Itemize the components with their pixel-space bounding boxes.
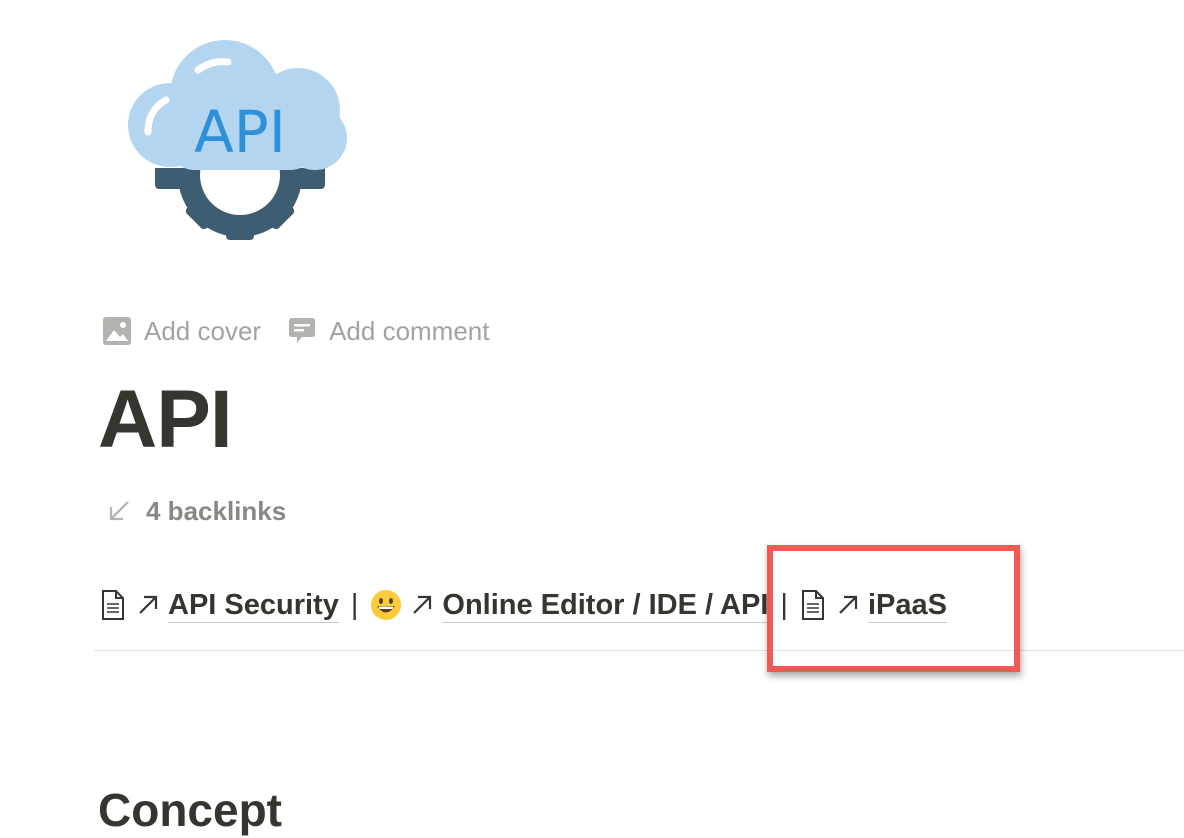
mention-online-editor[interactable]: Online Editor / IDE / API xyxy=(370,588,769,623)
mention-title: Online Editor / IDE / API xyxy=(442,588,769,623)
mention-ipaas[interactable]: iPaaS xyxy=(800,588,947,623)
arrow-up-right-icon xyxy=(139,595,158,614)
add-comment-label: Add comment xyxy=(329,315,490,346)
section-heading[interactable]: Concept xyxy=(98,782,282,838)
page-title[interactable]: API xyxy=(98,370,233,470)
mention-api-security[interactable]: API Security xyxy=(100,588,339,623)
backlinks-label: 4 backlinks xyxy=(146,495,287,526)
backlinks-button[interactable]: 4 backlinks xyxy=(106,492,286,530)
separator: | xyxy=(780,588,788,621)
arrow-up-right-icon xyxy=(413,595,432,614)
page-controls: Add cover Add comment xyxy=(102,312,489,350)
mention-title: iPaaS xyxy=(867,588,947,623)
separator: | xyxy=(350,588,359,621)
arrow-down-left-icon xyxy=(109,501,129,521)
add-cover-button[interactable]: Add cover xyxy=(102,316,261,347)
image-icon xyxy=(103,317,131,345)
api-cloud-gear-icon: API xyxy=(120,40,360,240)
add-cover-label: Add cover xyxy=(144,315,262,346)
mentions-row: API Security | Online Editor / IDE / API… xyxy=(100,584,947,626)
grinning-face-emoji xyxy=(371,590,402,620)
page-icon[interactable]: API xyxy=(120,40,360,255)
add-comment-button[interactable]: Add comment xyxy=(287,316,489,347)
icon-text: API xyxy=(194,98,286,166)
document-icon xyxy=(102,590,124,620)
mention-title: API Security xyxy=(168,588,339,623)
document-icon xyxy=(801,590,824,620)
arrow-up-right-icon xyxy=(839,595,858,614)
divider xyxy=(94,650,1184,651)
comment-icon xyxy=(289,318,316,343)
